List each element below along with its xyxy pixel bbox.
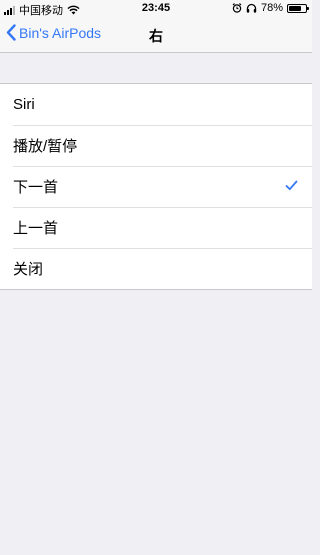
- option-label: Siri: [13, 96, 35, 113]
- option-row[interactable]: 下一首: [0, 166, 312, 207]
- option-row[interactable]: Siri: [0, 84, 312, 125]
- status-right: 78%: [232, 2, 309, 14]
- back-button-label: Bin's AirPods: [19, 24, 102, 41]
- gesture-options-list: Siri 播放/暂停下一首上一首关闭: [0, 83, 312, 290]
- option-label: 播放/暂停: [13, 138, 78, 155]
- navigation-bar: Bin's AirPods 右: [0, 16, 312, 53]
- option-label: 下一首: [13, 179, 59, 196]
- status-bar: 中国移动 23:45 78%: [0, 0, 312, 17]
- alarm-icon: [232, 3, 242, 13]
- battery-icon: [287, 3, 309, 13]
- option-row[interactable]: 播放/暂停: [0, 125, 312, 166]
- option-label: 关闭: [13, 261, 44, 278]
- option-row[interactable]: 关闭: [0, 248, 312, 289]
- checkmark-icon: [285, 180, 298, 191]
- option-label: 上一首: [13, 220, 59, 237]
- back-button[interactable]: Bin's AirPods: [6, 24, 101, 41]
- battery-fill: [289, 5, 302, 11]
- battery-percent: 78%: [260, 2, 283, 14]
- option-row[interactable]: 上一首: [0, 207, 312, 248]
- chevron-left-icon: [6, 24, 16, 41]
- headphones-icon: [246, 3, 257, 13]
